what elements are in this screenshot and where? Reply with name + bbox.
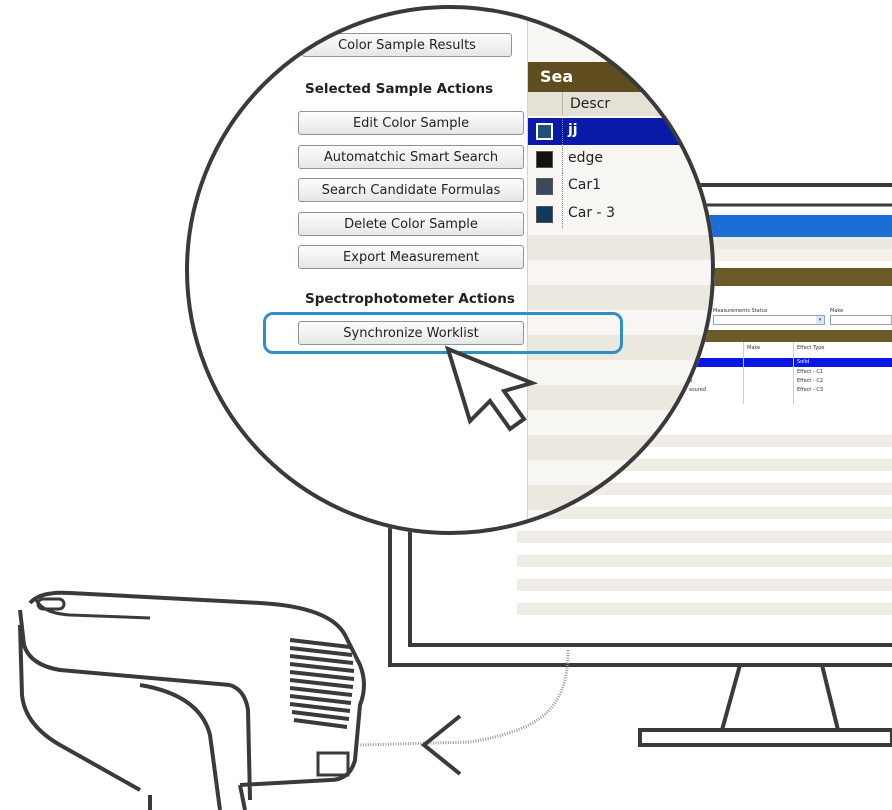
color-swatch: [536, 151, 553, 168]
column-header: Make: [747, 345, 761, 351]
list-stripe: [528, 235, 715, 260]
selected-sample-actions-heading: Selected Sample Actions: [305, 81, 494, 97]
sample-description: edge: [568, 150, 603, 166]
list-stripe: [528, 385, 715, 410]
effect-cell: Effect - C2: [797, 378, 824, 384]
export-measurement-button[interactable]: Export Measurement: [298, 245, 524, 269]
table-stripe: [517, 579, 892, 591]
make-select[interactable]: [830, 315, 892, 325]
actions-panel: Color Sample Results Selected Sample Act…: [185, 5, 528, 535]
search-section-header: Sea: [528, 62, 715, 92]
sample-row[interactable]: Car - 3: [528, 201, 715, 228]
delete-color-sample-button[interactable]: Delete Color Sample: [298, 212, 524, 236]
spectrophotometer-actions-heading: Spectrophotometer Actions: [305, 291, 515, 307]
color-swatch: [536, 178, 553, 195]
cursor-arrow-icon: [444, 345, 539, 432]
button-label: Export Measurement: [343, 249, 479, 265]
color-swatch: [536, 206, 553, 223]
column-divider: [743, 342, 744, 404]
row-separator: [562, 201, 563, 228]
row-separator: [562, 118, 563, 145]
button-label: Color Sample Results: [338, 37, 476, 53]
arrow-left-icon: [420, 714, 462, 776]
column-divider: [793, 342, 794, 404]
effect-cell: Solid: [797, 359, 810, 365]
sample-row[interactable]: edge: [528, 146, 715, 173]
effect-cell: Effect - C1: [797, 369, 824, 375]
column-separator: [562, 92, 563, 116]
sample-row[interactable]: jj: [528, 118, 715, 145]
column-header: Effect Type: [797, 345, 825, 351]
magnifier-lens: Color Sample Results Selected Sample Act…: [185, 5, 715, 535]
button-label: Automatchic Smart Search: [323, 149, 499, 165]
list-stripe: [528, 485, 715, 510]
list-stripe: [528, 435, 715, 460]
row-separator: [562, 146, 563, 173]
edit-color-sample-button[interactable]: Edit Color Sample: [298, 111, 524, 135]
search-candidate-formulas-button[interactable]: Search Candidate Formulas: [298, 178, 524, 202]
dropdown-icon[interactable]: ▾: [816, 316, 824, 324]
color-swatch: [536, 123, 553, 140]
sample-description: jj: [568, 122, 578, 138]
sample-description: Car - 3: [568, 205, 615, 221]
effect-cell: Effect - C3: [797, 387, 824, 393]
list-stripe: [528, 285, 715, 310]
sample-description: Car1: [568, 177, 602, 193]
measurements-status-select[interactable]: ▾: [713, 315, 825, 325]
row-separator: [562, 173, 563, 200]
sample-row[interactable]: Car1: [528, 173, 715, 200]
button-label: Edit Color Sample: [352, 115, 470, 131]
illustration: Measurements Status Make ▾ atus Make Eff…: [0, 0, 892, 810]
table-stripe: [517, 555, 892, 567]
filter-label: Make: [830, 308, 844, 314]
sample-list-panel: Sea Descr jj edge Car1 Car - 3: [528, 5, 715, 535]
button-label: Search Candidate Formulas: [321, 182, 501, 198]
spectrophotometer-device: [18, 590, 366, 810]
filter-label: Measurements Status: [713, 308, 768, 314]
column-header-row: Descr: [528, 92, 715, 116]
automatchic-smart-search-button[interactable]: Automatchic Smart Search: [298, 145, 524, 169]
color-sample-results-button[interactable]: Color Sample Results: [302, 33, 512, 57]
description-column-header[interactable]: Descr: [570, 96, 610, 112]
button-label: Delete Color Sample: [344, 216, 478, 232]
table-stripe: [517, 603, 892, 615]
